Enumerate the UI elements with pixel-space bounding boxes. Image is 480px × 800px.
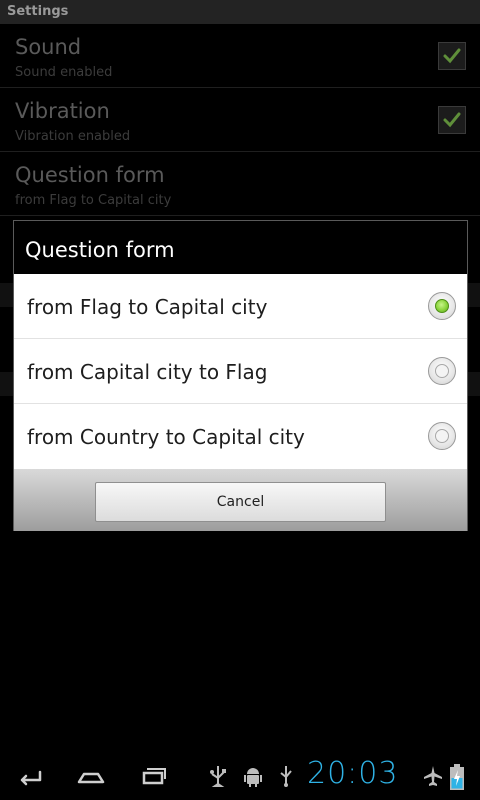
cancel-button[interactable]: Cancel bbox=[95, 482, 386, 522]
pref-sound[interactable]: Sound Sound enabled bbox=[0, 24, 480, 88]
question-form-dialog: Question form from Flag to Capital city … bbox=[13, 220, 468, 531]
radio-button[interactable] bbox=[428, 422, 456, 450]
checkmark-icon bbox=[443, 112, 461, 128]
airplane-mode-icon bbox=[424, 766, 442, 786]
battery-charging-icon bbox=[450, 764, 464, 790]
usb-icon bbox=[280, 766, 292, 787]
radio-button[interactable] bbox=[428, 357, 456, 385]
pref-title: Question form bbox=[15, 163, 165, 187]
back-icon[interactable] bbox=[16, 764, 46, 788]
status-clock: 20:03 bbox=[307, 756, 399, 791]
option-capital-to-flag[interactable]: from Capital city to Flag bbox=[14, 339, 467, 404]
pref-summary: Sound enabled bbox=[15, 65, 113, 80]
option-label: from Flag to Capital city bbox=[27, 295, 268, 319]
pref-vibration[interactable]: Vibration Vibration enabled bbox=[0, 88, 480, 152]
pref-summary: from Flag to Capital city bbox=[15, 193, 172, 208]
option-label: from Country to Capital city bbox=[27, 425, 305, 449]
pref-summary: Vibration enabled bbox=[15, 129, 131, 144]
dialog-button-bar: Cancel bbox=[14, 469, 467, 531]
home-icon[interactable] bbox=[76, 764, 106, 788]
usb-debug-icon bbox=[210, 766, 226, 787]
option-flag-to-capital[interactable]: from Flag to Capital city bbox=[14, 274, 467, 339]
sound-checkbox[interactable] bbox=[438, 42, 466, 70]
vibration-checkbox[interactable] bbox=[438, 106, 466, 134]
app-title: Settings bbox=[0, 0, 480, 24]
checkmark-icon bbox=[443, 48, 461, 64]
options-list: from Flag to Capital city from Capital c… bbox=[14, 274, 467, 469]
android-icon bbox=[244, 768, 262, 787]
option-label: from Capital city to Flag bbox=[27, 360, 268, 384]
pref-title: Vibration bbox=[15, 99, 110, 123]
radio-button[interactable] bbox=[428, 292, 456, 320]
option-country-to-capital[interactable]: from Country to Capital city bbox=[14, 404, 467, 469]
preferences-list: Sound Sound enabled Vibration Vibration … bbox=[0, 24, 480, 216]
recent-apps-icon[interactable] bbox=[138, 764, 168, 788]
dialog-title: Question form bbox=[25, 238, 175, 262]
pref-question-form[interactable]: Question form from Flag to Capital city bbox=[0, 152, 480, 216]
navigation-bar bbox=[0, 752, 480, 800]
pref-title: Sound bbox=[15, 35, 82, 59]
